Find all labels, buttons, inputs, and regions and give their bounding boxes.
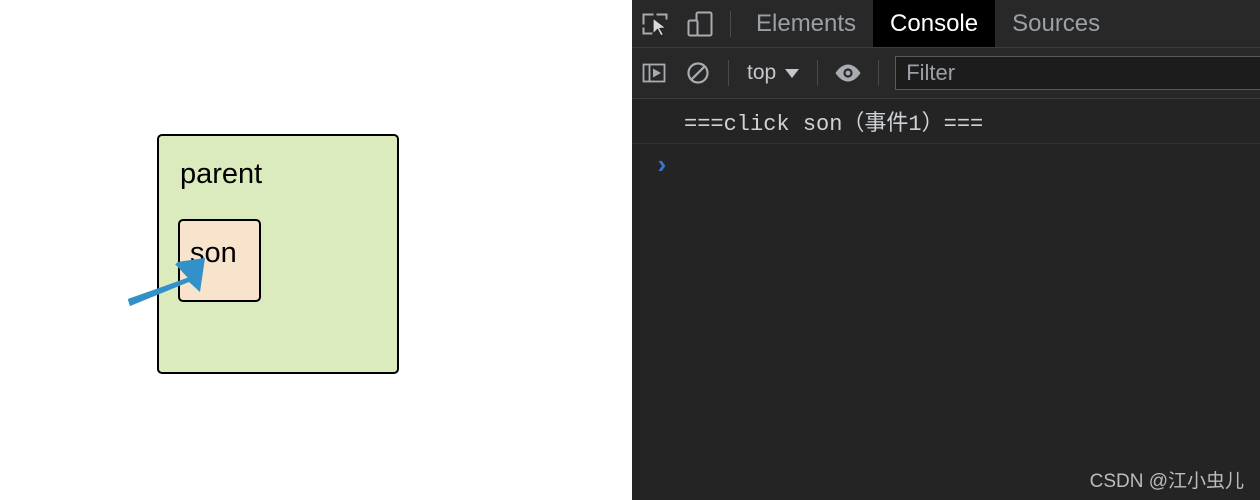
execution-context-value: top [747,61,777,84]
devtools-tabbar: Elements Console Sources [632,0,1260,48]
console-toolbar-divider-2 [817,60,819,86]
devtools-panel: Elements Console Sources top Filter ===c… [632,0,1260,500]
toolbar-divider [730,10,731,37]
clear-console-icon[interactable] [676,48,720,98]
console-prompt-row[interactable]: › [632,144,1260,188]
execution-context-dropdown[interactable]: top [737,56,809,90]
parent-box-label: parent [180,158,263,190]
son-div-box[interactable]: son [178,219,261,302]
live-expression-eye-icon[interactable] [826,48,870,98]
rendered-webpage-pane: parent son [0,0,632,500]
tab-elements[interactable]: Elements [739,0,873,47]
son-box-label: son [190,237,237,269]
watermark-text: CSDN @江小虫儿 [1089,471,1244,492]
console-toolbar-divider-3 [878,60,880,86]
inspect-element-icon[interactable] [632,0,677,47]
parent-div-box[interactable]: parent son [157,134,399,374]
console-toolbar-divider-1 [728,60,729,86]
console-sidebar-icon[interactable] [632,48,676,98]
console-output-area: ===click son（事件1）=== › CSDN @江小虫儿 [632,99,1260,500]
tab-console[interactable]: Console [873,0,996,47]
tab-sources[interactable]: Sources [995,0,1117,47]
console-prompt-input[interactable] [669,150,1260,182]
console-log-message: ===click son（事件1）=== [632,99,1260,144]
console-filter-input[interactable] [895,56,1260,90]
device-toolbar-icon[interactable] [677,0,722,47]
console-toolbar: top [632,48,1260,99]
prompt-chevron-icon: › [654,151,670,181]
chevron-down-icon [785,68,800,78]
